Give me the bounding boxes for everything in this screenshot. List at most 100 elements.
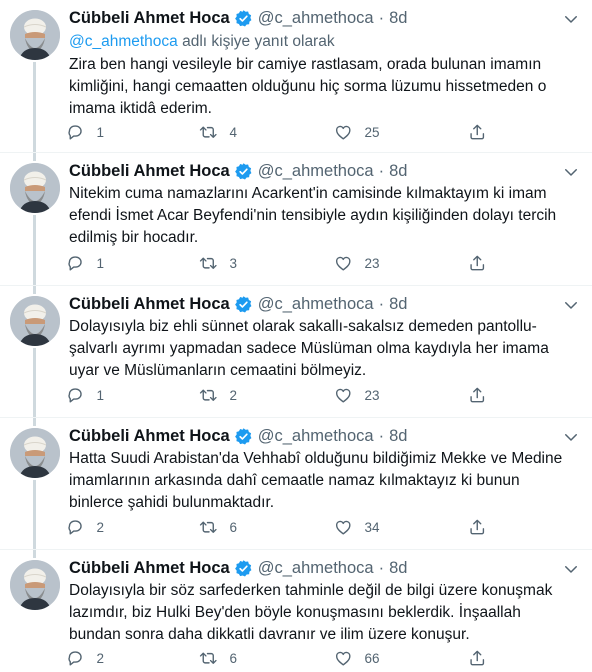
author-handle[interactable]: @c_ahmethoca (258, 160, 374, 182)
tweet[interactable]: Cübbeli Ahmet Hoca @c_ahmethoca · 8d @c_… (0, 0, 592, 152)
reply-count: 1 (96, 124, 105, 140)
share-button[interactable] (468, 120, 487, 144)
thread-connector-line (33, 62, 36, 152)
retweet-button[interactable]: 6 (199, 515, 237, 539)
tweet[interactable]: Cübbeli Ahmet Hoca @c_ahmethoca · 8d Dol… (0, 550, 592, 672)
reply-mention-link[interactable]: @c_ahmethoca (69, 33, 178, 50)
separator-dot: · (378, 295, 385, 313)
like-button[interactable]: 66 (334, 646, 380, 670)
thread-connector-line (33, 418, 36, 426)
share-icon (468, 123, 487, 142)
retweet-count: 6 (229, 650, 238, 666)
retweet-count: 3 (229, 255, 238, 271)
tweet[interactable]: Cübbeli Ahmet Hoca @c_ahmethoca · 8d Dol… (0, 286, 592, 417)
tweet-timestamp[interactable]: 8d (389, 160, 407, 182)
reply-icon (66, 386, 85, 405)
tweet-actions: 2 6 66 (66, 646, 496, 670)
author-name[interactable]: Cübbeli Ahmet Hoca (69, 160, 230, 182)
tweet-timestamp[interactable]: 8d (389, 293, 407, 315)
more-options-icon[interactable] (562, 10, 580, 28)
tweet-text: Zira ben hangi vesileyle bir camiye rast… (69, 56, 547, 117)
more-options-icon[interactable] (562, 296, 580, 314)
retweet-icon (199, 254, 218, 273)
avatar[interactable] (10, 10, 60, 60)
reply-button[interactable]: 2 (66, 646, 104, 670)
share-button[interactable] (468, 515, 487, 539)
tweet-actions: 1 2 23 (66, 383, 496, 407)
reply-icon (66, 518, 85, 537)
avatar[interactable] (10, 560, 60, 610)
like-count: 25 (364, 124, 380, 140)
retweet-button[interactable]: 3 (199, 251, 237, 275)
verified-badge-icon (234, 559, 253, 578)
tweet-header: Cübbeli Ahmet Hoca @c_ahmethoca · 8d (69, 7, 407, 29)
tweet-header: Cübbeli Ahmet Hoca @c_ahmethoca · 8d (69, 425, 407, 447)
tweet-text: Dolayısıyla bir söz sarfederken tahminle… (69, 582, 553, 643)
thread-connector-line (33, 550, 36, 558)
thread-connector-line (33, 286, 36, 294)
tweet-timestamp[interactable]: 8d (389, 7, 407, 29)
avatar[interactable] (10, 163, 60, 213)
like-button[interactable]: 23 (334, 383, 380, 407)
author-handle[interactable]: @c_ahmethoca (258, 293, 374, 315)
tweet-timestamp[interactable]: 8d (389, 557, 407, 579)
retweet-count: 2 (229, 387, 238, 403)
reply-count: 2 (96, 519, 105, 535)
thread-connector-line (33, 480, 36, 549)
like-button[interactable]: 25 (334, 120, 380, 144)
tweet-timestamp[interactable]: 8d (389, 425, 407, 447)
heart-icon (334, 254, 353, 273)
retweet-button[interactable]: 4 (199, 120, 237, 144)
reply-icon (66, 254, 85, 273)
tweet-header: Cübbeli Ahmet Hoca @c_ahmethoca · 8d (69, 160, 407, 182)
retweet-icon (199, 386, 218, 405)
reply-button[interactable]: 1 (66, 120, 104, 144)
avatar[interactable] (10, 296, 60, 346)
tweet-actions: 2 6 34 (66, 515, 496, 539)
share-button[interactable] (468, 646, 487, 670)
thread-connector-line (33, 348, 36, 417)
reply-icon (66, 123, 85, 142)
thread-connector-line (33, 153, 36, 161)
reply-button[interactable]: 2 (66, 515, 104, 539)
tweet-text: Nitekim cuma namazlarını Acarkent'in cam… (69, 185, 557, 246)
verified-badge-icon (234, 427, 253, 446)
tweet[interactable]: Cübbeli Ahmet Hoca @c_ahmethoca · 8d Hat… (0, 418, 592, 549)
more-options-icon[interactable] (562, 560, 580, 578)
reply-context: @c_ahmethoca adlı kişiye yanıt olarak (69, 32, 335, 52)
author-name[interactable]: Cübbeli Ahmet Hoca (69, 293, 230, 315)
share-button[interactable] (468, 251, 487, 275)
like-count: 23 (364, 255, 380, 271)
avatar[interactable] (10, 428, 60, 478)
separator-dot: · (378, 9, 385, 27)
author-name[interactable]: Cübbeli Ahmet Hoca (69, 557, 230, 579)
author-handle[interactable]: @c_ahmethoca (258, 425, 374, 447)
share-button[interactable] (468, 383, 487, 407)
like-button[interactable]: 34 (334, 515, 380, 539)
reply-button[interactable]: 1 (66, 251, 104, 275)
separator-dot: · (378, 162, 385, 180)
tweet[interactable]: Cübbeli Ahmet Hoca @c_ahmethoca · 8d Nit… (0, 153, 592, 285)
retweet-icon (199, 123, 218, 142)
like-count: 66 (364, 650, 380, 666)
retweet-button[interactable]: 6 (199, 646, 237, 670)
like-button[interactable]: 23 (334, 251, 380, 275)
author-name[interactable]: Cübbeli Ahmet Hoca (69, 425, 230, 447)
reply-icon (66, 649, 85, 668)
tweet-text: Dolayısıyla biz ehli sünnet olarak sakal… (69, 318, 549, 379)
author-name[interactable]: Cübbeli Ahmet Hoca (69, 7, 230, 29)
thread-feed: Cübbeli Ahmet Hoca @c_ahmethoca · 8d @c_… (0, 0, 592, 672)
author-handle[interactable]: @c_ahmethoca (258, 7, 374, 29)
retweet-count: 4 (229, 124, 238, 140)
more-options-icon[interactable] (562, 163, 580, 181)
heart-icon (334, 386, 353, 405)
retweet-button[interactable]: 2 (199, 383, 237, 407)
reply-button[interactable]: 1 (66, 383, 104, 407)
share-icon (468, 649, 487, 668)
heart-icon (334, 518, 353, 537)
share-icon (468, 254, 487, 273)
share-icon (468, 518, 487, 537)
retweet-icon (199, 518, 218, 537)
more-options-icon[interactable] (562, 428, 580, 446)
author-handle[interactable]: @c_ahmethoca (258, 557, 374, 579)
